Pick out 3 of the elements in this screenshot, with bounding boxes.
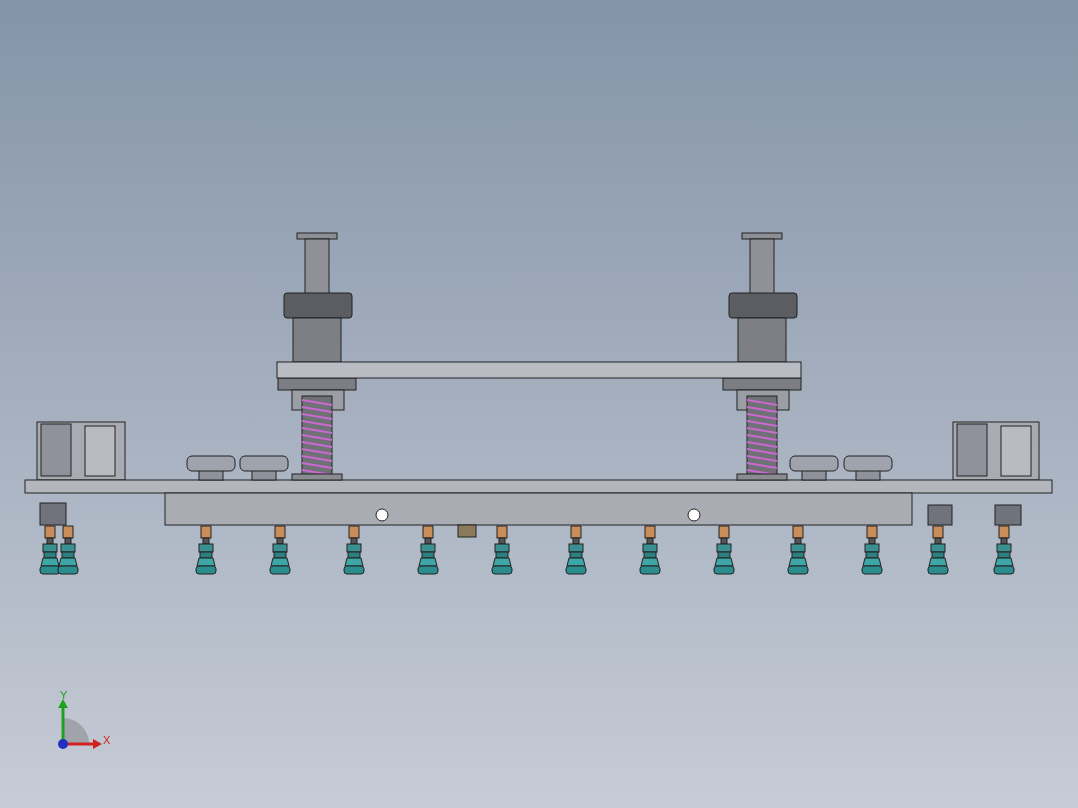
x-axis-label: X <box>103 734 111 746</box>
axis-triad-icon <box>58 699 102 749</box>
y-axis-label: Y <box>60 689 68 701</box>
